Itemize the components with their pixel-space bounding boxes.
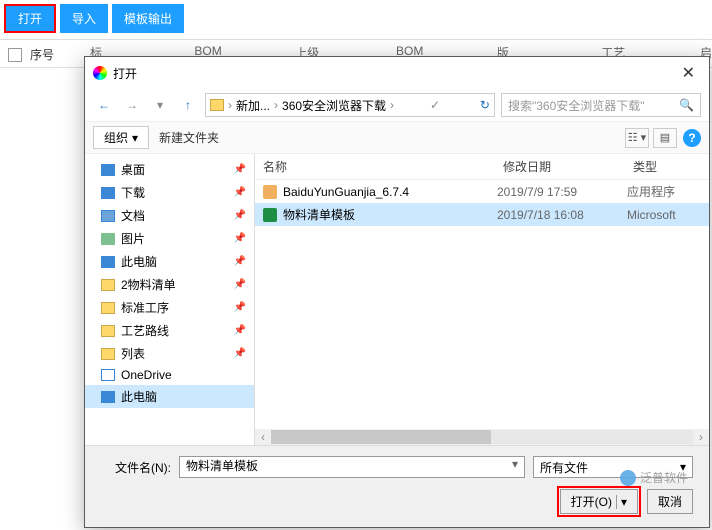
breadcrumb[interactable]: › 新加... › 360安全浏览器下载 › ✓ ↻ <box>205 93 495 117</box>
tree-item[interactable]: 文档📌 <box>85 204 254 227</box>
file-open-dialog: 打开 ✕ ← → ▾ ↑ › 新加... › 360安全浏览器下载 › ✓ ↻ … <box>84 56 710 528</box>
tree-item[interactable]: 此电脑📌 <box>85 250 254 273</box>
pin-icon: 📌 <box>234 210 246 221</box>
nav-tree: 桌面📌下载📌文档📌图片📌此电脑📌2物料清单📌标准工序📌工艺路线📌列表📌OneDr… <box>85 154 255 445</box>
nav-recent-icon[interactable]: ▾ <box>149 94 171 116</box>
app-icon <box>93 66 107 80</box>
tree-item[interactable]: 图片📌 <box>85 227 254 250</box>
nav-back-icon[interactable]: ← <box>93 94 115 116</box>
doc-icon <box>101 210 115 222</box>
tree-item[interactable]: 列表📌 <box>85 342 254 365</box>
pic-icon <box>101 233 115 245</box>
preview-pane-button[interactable]: ▤ <box>653 128 677 148</box>
file-row[interactable]: BaiduYunGuanjia_6.7.42019/7/9 17:59应用程序 <box>255 180 709 203</box>
folder-icon <box>101 279 115 291</box>
pin-icon: 📌 <box>234 325 246 336</box>
watermark: 泛普软件 <box>620 469 688 486</box>
col-name[interactable]: 名称 <box>263 158 503 175</box>
tree-item[interactable]: 下载📌 <box>85 181 254 204</box>
view-mode-button[interactable]: ☷ ▾ <box>625 128 649 148</box>
organize-button[interactable]: 组织▾ <box>93 126 149 149</box>
pin-icon: 📌 <box>234 256 246 267</box>
refresh-icon[interactable]: ↻ <box>480 98 490 112</box>
folder-icon <box>210 99 224 111</box>
folder-icon <box>101 325 115 337</box>
open-file-button[interactable]: 打开(O)▾ <box>560 489 638 514</box>
col-date[interactable]: 修改日期 <box>503 158 633 175</box>
open-button[interactable]: 打开 <box>4 4 56 33</box>
pin-icon: 📌 <box>234 279 246 290</box>
pin-icon: 📌 <box>234 233 246 244</box>
pin-icon: 📌 <box>234 187 246 198</box>
select-all-checkbox[interactable] <box>8 48 22 62</box>
file-icon <box>263 208 277 222</box>
search-input[interactable]: 搜索"360安全浏览器下载" 🔍 <box>501 93 701 117</box>
filename-label: 文件名(N): <box>101 459 171 476</box>
horizontal-scrollbar[interactable]: ‹› <box>255 429 709 445</box>
tree-item[interactable]: 工艺路线📌 <box>85 319 254 342</box>
template-export-button[interactable]: 模板输出 <box>112 4 184 33</box>
pin-icon: 📌 <box>234 164 246 175</box>
column-seq: 序号 <box>30 46 54 63</box>
pin-icon: 📌 <box>234 302 246 313</box>
nav-up-icon[interactable]: ↑ <box>177 94 199 116</box>
folder-icon <box>101 302 115 314</box>
folder-icon <box>101 348 115 360</box>
tree-item[interactable]: 2物料清单📌 <box>85 273 254 296</box>
tree-item[interactable]: 标准工序📌 <box>85 296 254 319</box>
new-folder-button[interactable]: 新建文件夹 <box>159 129 219 146</box>
col-type[interactable]: 类型 <box>633 158 657 175</box>
close-icon[interactable]: ✕ <box>676 63 701 83</box>
cancel-button[interactable]: 取消 <box>647 489 693 514</box>
pc-icon <box>101 391 115 403</box>
import-button[interactable]: 导入 <box>60 4 108 33</box>
dialog-title: 打开 <box>113 65 676 82</box>
nav-forward-icon[interactable]: → <box>121 94 143 116</box>
tree-item[interactable]: 此电脑 <box>85 385 254 408</box>
cloud-icon <box>101 369 115 381</box>
search-icon[interactable]: 🔍 <box>679 98 694 112</box>
pc-icon <box>101 256 115 268</box>
file-icon <box>263 185 277 199</box>
desktop-icon <box>101 164 115 176</box>
pin-icon: 📌 <box>234 348 246 359</box>
file-row[interactable]: 物料清单模板2019/7/18 16:08Microsoft <box>255 203 709 226</box>
download-icon <box>101 187 115 199</box>
filename-input[interactable]: 物料清单模板▾ <box>179 456 525 478</box>
tree-item[interactable]: OneDrive <box>85 365 254 385</box>
help-icon[interactable]: ? <box>683 129 701 147</box>
tree-item[interactable]: 桌面📌 <box>85 158 254 181</box>
